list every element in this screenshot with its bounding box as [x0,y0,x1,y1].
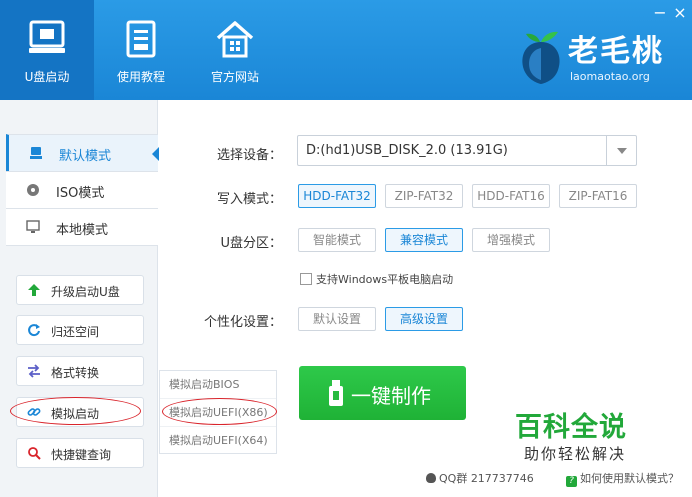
tablet-support-label: 支持Windows平板电脑启动 [316,273,454,286]
home-icon [215,20,255,61]
peach-logo-icon [522,31,560,84]
active-pointer [152,147,159,161]
write-option-zip-fat16[interactable]: ZIP-FAT16 [559,184,637,208]
make-button-label: 一键制作 [351,384,431,408]
personal-settings-label: 个性化设置： [203,315,282,330]
nav-label: U盘启动 [24,70,70,84]
write-option-zip-fat32[interactable]: ZIP-FAT32 [385,184,463,208]
mode-list: 默认模式 ISO模式 本地模式 [6,134,159,246]
tool-label: 归还空间 [51,325,100,339]
tool-label: 格式转换 [51,366,100,380]
usb-drive-icon [29,146,43,160]
hotkey-lookup-button[interactable]: 快捷键查询 [16,438,144,468]
disc-icon [26,183,40,197]
partition-label: U盘分区： [220,236,282,251]
partition-option-smart[interactable]: 智能模式 [298,228,376,252]
question-icon: ? [566,476,577,487]
swap-arrows-icon [27,364,41,378]
close-button[interactable]: × [670,4,690,24]
personal-option-default[interactable]: 默认设置 [298,307,376,331]
watermark-subtitle: 助你轻松解决 [524,445,627,463]
sidebar: 默认模式 ISO模式 本地模式 升级启动U盘 归还空间 格式转换 模拟启动 快捷… [0,100,159,497]
partition-option-enhanced[interactable]: 增强模式 [472,228,550,252]
tool-label: 模拟启动 [51,407,100,421]
upgrade-usb-button[interactable]: 升级启动U盘 [16,275,144,305]
brand-logo: 老毛桃 laomaotao.org [516,22,676,90]
link-icon [27,405,41,419]
nav-label: 使用教程 [116,70,165,84]
mode-label: 本地模式 [56,223,109,238]
format-convert-button[interactable]: 格式转换 [16,356,144,386]
one-click-make-button[interactable]: 一键制作 [299,366,466,420]
mode-iso[interactable]: ISO模式 [6,171,158,208]
minimize-button[interactable]: − [650,4,670,24]
submenu-item-bios[interactable]: 模拟启动BIOS [160,371,276,399]
usb-stick-icon [329,380,343,406]
search-icon [27,446,41,460]
device-value: D:(hd1)USB_DISK_2.0 (13.91G) [306,143,508,158]
tool-label: 升级启动U盘 [51,285,120,299]
qq-group-link[interactable]: QQ群 217737746 [426,470,534,486]
nav-official-site[interactable]: 官方网站 [188,0,282,100]
personal-option-advanced[interactable]: 高级设置 [385,307,463,331]
qq-penguin-icon [426,473,436,483]
app-header: U盘启动 使用教程 官方网站 − × 老毛桃 laomaotao.org [0,0,692,100]
mode-default[interactable]: 默认模式 [6,134,159,171]
mode-local[interactable]: 本地模式 [6,208,158,245]
tool-label: 快捷键查询 [51,448,112,462]
partition-option-compatible[interactable]: 兼容模式 [385,228,463,252]
nav-label: 官方网站 [210,70,259,84]
monitor-icon [26,220,40,234]
restore-space-button[interactable]: 归还空间 [16,315,144,345]
watermark-title: 百科全说 [515,412,627,443]
device-select[interactable]: D:(hd1)USB_DISK_2.0 (13.91G) [297,135,637,166]
refresh-icon [27,323,41,337]
tablet-support-checkbox[interactable] [300,273,312,285]
submenu-item-uefi-x64[interactable]: 模拟启动UEFI(X64) [160,427,276,455]
logo-site: laomaotao.org [570,70,650,83]
help-link[interactable]: ? 如何使用默认模式？ [566,470,679,487]
write-option-hdd-fat32[interactable]: HDD-FAT32 [298,184,376,208]
simulate-boot-submenu: 模拟启动BIOS 模拟启动UEFI(X86) 模拟启动UEFI(X64) [159,370,277,454]
submenu-item-uefi-x86[interactable]: 模拟启动UEFI(X86) [160,399,276,427]
help-text: 如何使用默认模式？ [580,472,679,485]
qq-group-text: QQ群 217737746 [439,472,534,485]
usb-drive-icon [27,20,67,59]
simulate-boot-button[interactable]: 模拟启动 [16,397,144,427]
arrow-up-icon [27,283,41,297]
document-icon [124,20,158,61]
device-label: 选择设备： [216,148,282,163]
dropdown-arrow[interactable] [606,136,636,165]
write-option-hdd-fat16[interactable]: HDD-FAT16 [472,184,550,208]
mode-label: ISO模式 [56,186,105,201]
logo-title: 老毛桃 [568,34,664,69]
chevron-down-icon [617,148,627,154]
divider [6,245,158,246]
write-mode-label: 写入模式： [216,192,282,207]
nav-tutorial[interactable]: 使用教程 [94,0,188,100]
mode-label: 默认模式 [59,149,112,164]
nav-usb-boot[interactable]: U盘启动 [0,0,94,100]
